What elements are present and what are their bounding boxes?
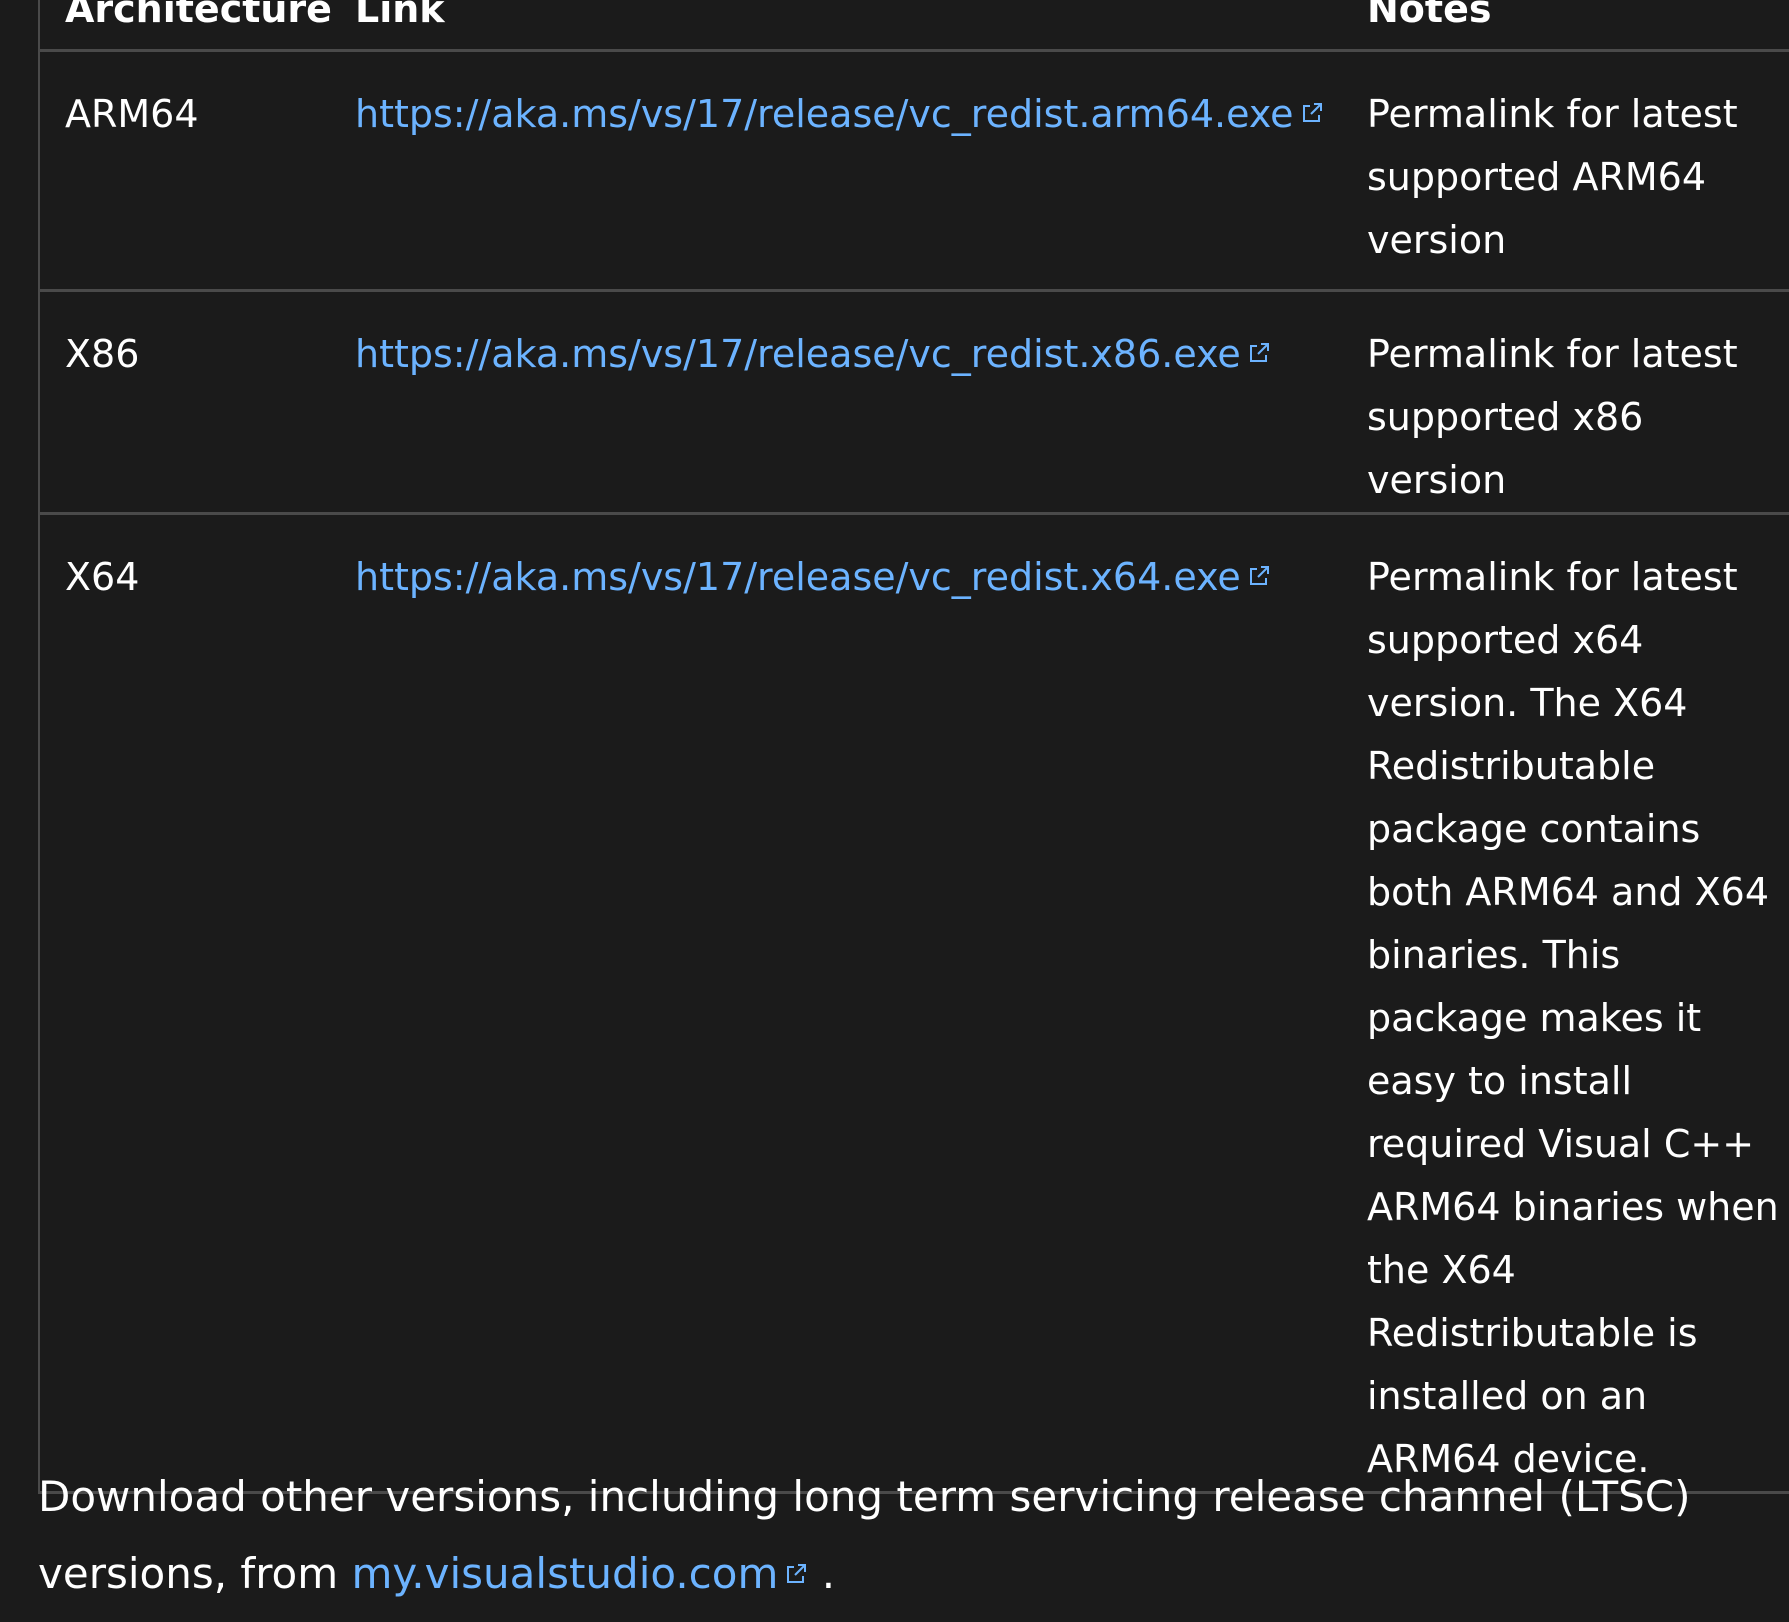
footer-text: Download other versions, including long … [38,1472,1691,1598]
architecture-cell: ARM64 [40,50,330,292]
external-link-icon [1247,341,1271,365]
external-link-icon [784,1562,808,1586]
link-text: https://aka.ms/vs/17/release/vc_redist.a… [355,91,1294,136]
external-link-icon [1300,101,1324,125]
link-text: my.visualstudio.com [351,1549,779,1598]
link-cell: https://aka.ms/vs/17/release/vc_redist.a… [330,50,1342,292]
x86-download-link[interactable]: https://aka.ms/vs/17/release/vc_redist.x… [355,332,1271,376]
table-row: ARM64 https://aka.ms/vs/17/release/vc_re… [40,50,1789,292]
table-row: X86 https://aka.ms/vs/17/release/vc_redi… [40,290,1789,515]
link-cell: https://aka.ms/vs/17/release/vc_redist.x… [330,290,1342,515]
table-row: X64 https://aka.ms/vs/17/release/vc_redi… [40,513,1789,1494]
arm64-download-link[interactable]: https://aka.ms/vs/17/release/vc_redist.a… [355,92,1324,136]
external-link-icon [1247,564,1271,588]
notes-cell: Permalink for latest supported x64 versi… [1342,513,1789,1494]
other-versions-paragraph: Download other versions, including long … [38,1458,1738,1612]
header-architecture: Architecture [40,0,332,52]
architecture-cell: X86 [40,290,330,515]
header-notes: Notes [1342,0,1789,52]
header-link: Link [330,0,1342,52]
table-header-row: Architecture Link Notes [40,0,1789,52]
footer-period: . [808,1549,836,1598]
x64-download-link[interactable]: https://aka.ms/vs/17/release/vc_redist.x… [355,555,1271,599]
link-cell: https://aka.ms/vs/17/release/vc_redist.x… [330,513,1342,1494]
notes-cell: Permalink for latest supported ARM64 ver… [1342,50,1789,292]
link-text: https://aka.ms/vs/17/release/vc_redist.x… [355,554,1241,599]
visualstudio-link[interactable]: my.visualstudio.com [352,1549,809,1598]
redistributable-table-container: Architecture Link Notes ARM64 https://ak… [38,0,1789,1494]
notes-cell: Permalink for latest supported x86 versi… [1342,290,1789,515]
link-text: https://aka.ms/vs/17/release/vc_redist.x… [355,331,1241,376]
architecture-cell: X64 [40,513,330,1494]
redistributable-table: Architecture Link Notes ARM64 https://ak… [40,0,1789,1494]
